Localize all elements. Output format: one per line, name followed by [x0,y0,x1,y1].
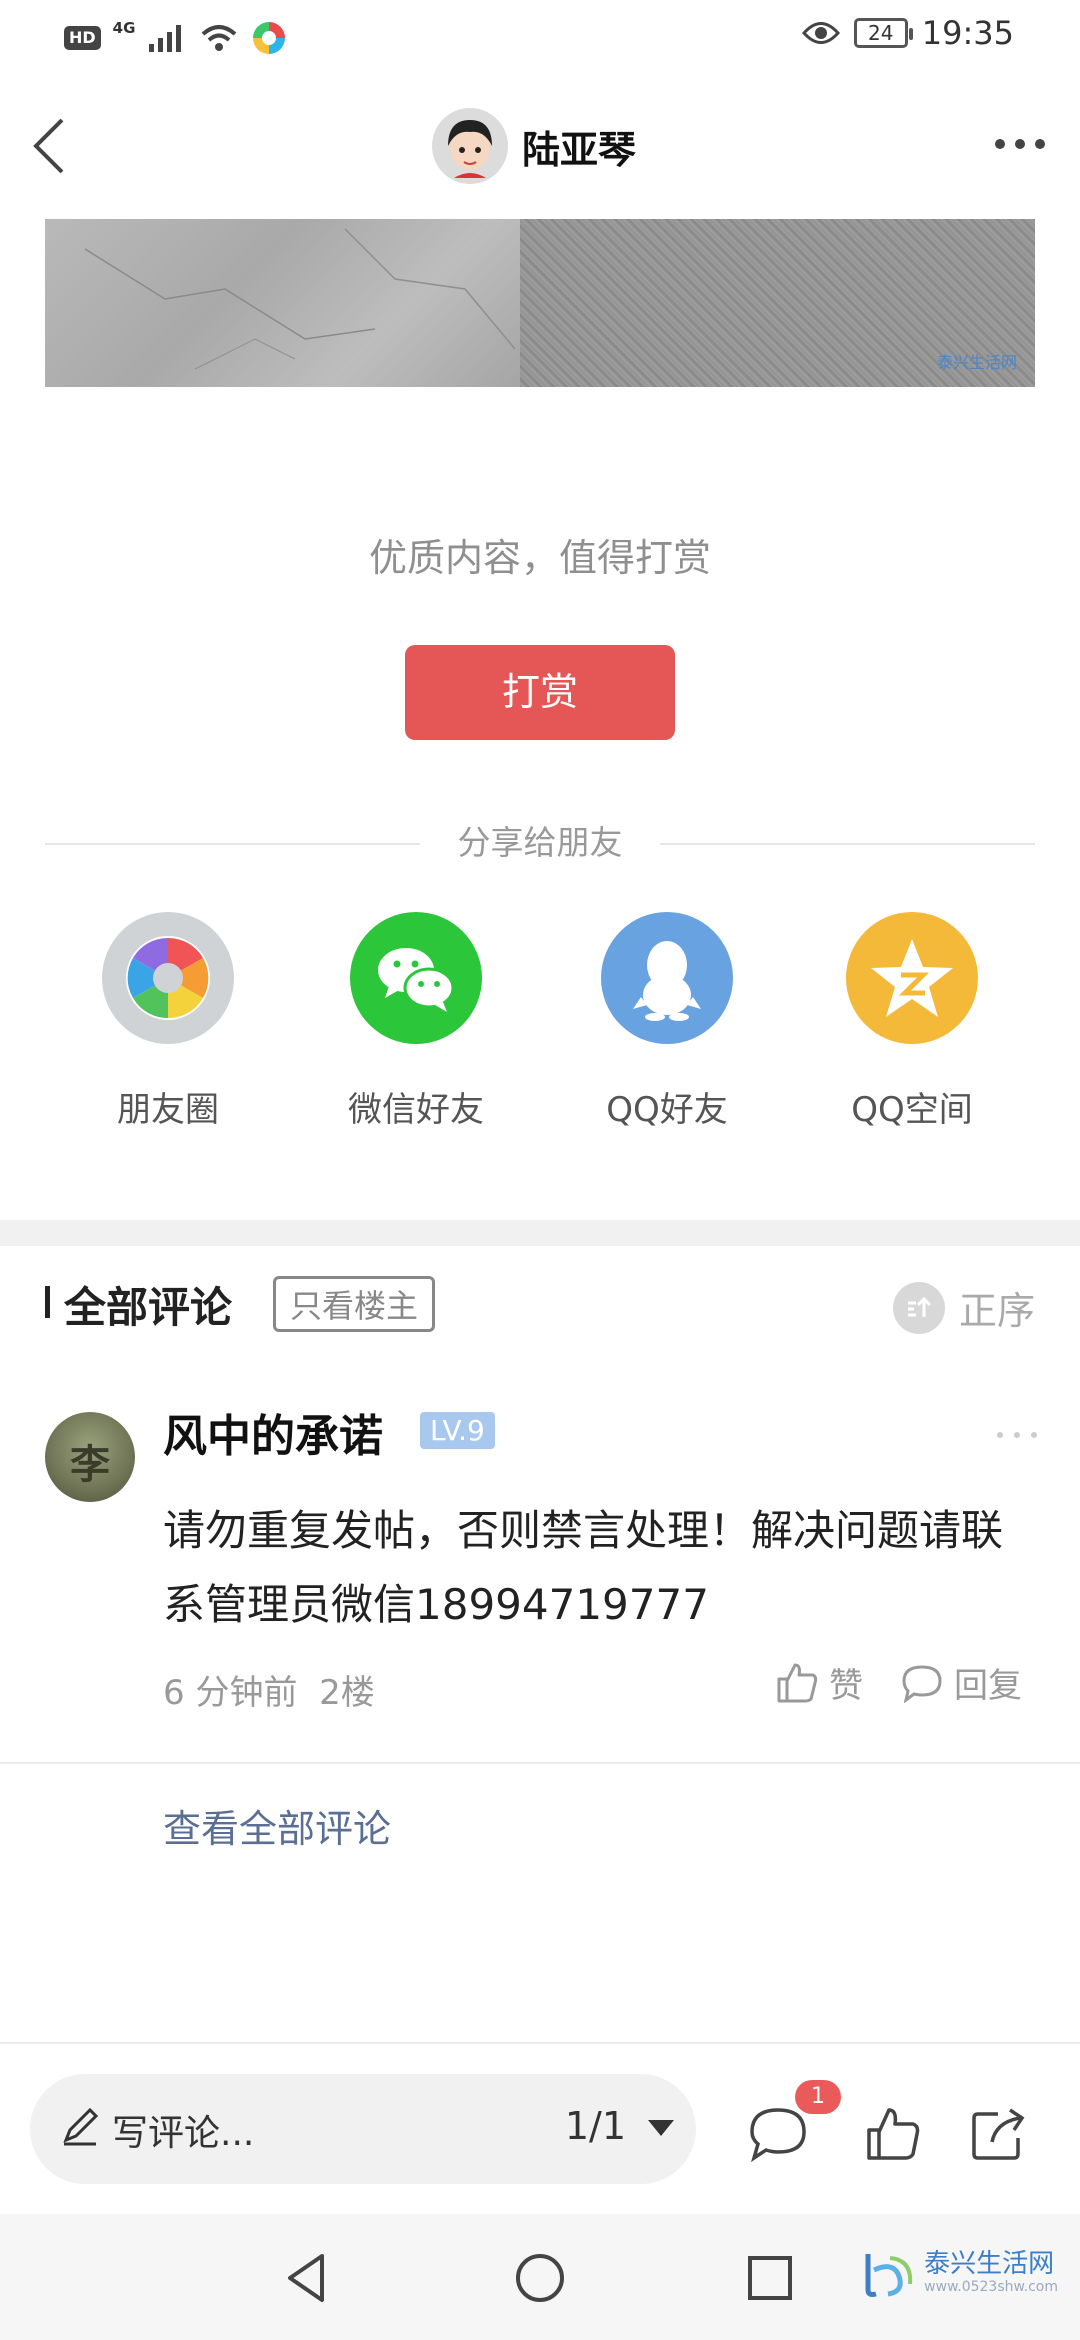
hd-badge: HD [64,26,101,50]
more-dots-icon [997,1432,1037,1438]
comments-header: 全部评论 只看楼主 正序 [0,1268,1080,1338]
share-options: 朋友圈 微信好友 QQ好友 QQ空间 [0,912,1080,1132]
comment-separator [0,1762,1080,1764]
wifi-icon [202,25,237,51]
thumbs-up-icon[interactable] [863,2104,923,2164]
comment-meta: 6 分钟前 2楼 [163,1665,375,1714]
watermark-logo-icon [865,2254,913,2297]
section-divider [0,1220,1080,1246]
comment-input[interactable]: 写评论... 1/1 [30,2074,696,2184]
back-arrow-icon [33,118,64,174]
signal-icon [149,25,182,52]
article-image[interactable]: 泰兴生活网 [45,219,1035,387]
reply-label: 回复 [954,1666,1022,1706]
comment-count-badge: 1 [795,2080,841,2114]
only-host-button[interactable]: 只看楼主 [273,1276,436,1332]
watermark-text: 泰兴生活网 [924,2249,1055,2279]
share-icon[interactable] [968,2104,1028,2164]
caret-down-icon[interactable] [646,2118,676,2138]
nav-home-icon[interactable] [512,2250,568,2306]
back-button[interactable] [26,116,76,176]
status-right: 24 19:35 [801,14,1014,52]
comments-title: 全部评论 [64,1283,233,1332]
moments-icon [102,912,234,1044]
system-nav-bar: 泰兴生活网 www.0523shw.com [0,2214,1080,2340]
commenter-name[interactable]: 风中的承诺 [163,1400,383,1464]
status-bar: HD 4G 24 19:35 [0,0,1080,72]
watermark-text-group: 泰兴生活网 www.0523shw.com [924,2249,1058,2295]
status-left: HD 4G [64,19,287,56]
comment-item: 李 风中的承诺 LV.9 请勿重复发帖，否则禁言处理！解决问题请联系管理员微信1… [0,1400,1080,1760]
title-bar: 陆亚琴 [0,96,1080,196]
nav-recents-icon[interactable] [742,2250,798,2306]
share-qzone[interactable]: QQ空间 [787,912,1037,1131]
wechat-icon [350,912,482,1044]
nav-back-icon[interactable] [280,2250,336,2306]
author-avatar[interactable] [432,108,508,184]
share-title: 分享给朋友 [457,823,623,862]
comment-input-placeholder: 写评论... [112,2113,255,2154]
crack-lines [84,228,516,370]
network-type: 4G [112,19,136,37]
clock: 19:35 [921,14,1014,52]
comment-time: 6 分钟前 [163,1673,298,1713]
reward-button[interactable]: 打赏 [405,645,675,740]
sort-order-button[interactable]: 正序 [892,1280,1035,1335]
qzone-icon [846,912,978,1044]
share-moments-label: 朋友圈 [117,1090,219,1130]
sort-icon [892,1281,945,1334]
reply-bubble-icon [902,1664,942,1703]
like-button[interactable]: 赞 [775,1658,863,1707]
commenter-avatar[interactable]: 李 [45,1412,135,1502]
share-wechat-friend[interactable]: 微信好友 [291,912,541,1131]
cartoon-avatar-icon [432,108,508,184]
level-badge: LV.9 [420,1412,495,1449]
reward-prompt: 优质内容，值得打赏 [368,536,711,580]
watermark-url: www.0523shw.com [924,2279,1058,2295]
pencil-icon [63,2107,99,2146]
view-all-comments-link[interactable]: 查看全部评论 [163,1798,391,1853]
article-image-left-panel [45,219,520,387]
comments-bubble-icon[interactable] [748,2104,808,2164]
share-qzone-label: QQ空间 [851,1090,973,1130]
bottom-action-bar: 写评论... 1/1 1 [0,2044,1080,2214]
sort-order-label: 正序 [958,1289,1035,1333]
like-label: 赞 [829,1666,863,1706]
comment-floor: 2楼 [319,1673,375,1713]
share-header: 分享给朋友 [45,815,1035,871]
section-marker [45,1286,50,1318]
title-group[interactable]: 陆亚琴 [432,108,636,184]
qq-icon [601,912,733,1044]
share-wechat-label: 微信好友 [348,1090,484,1130]
page-indicator[interactable]: 1/1 [565,2104,626,2148]
eye-icon [801,22,840,44]
share-qq-label: QQ好友 [606,1090,728,1130]
thumbs-up-icon [777,1663,818,1702]
app-notification-icon [253,22,286,54]
comment-text: 请勿重复发帖，否则禁言处理！解决问题请联系管理员微信18994719777 [163,1506,1004,1629]
share-moments[interactable]: 朋友圈 [43,912,293,1131]
page-title: 陆亚琴 [522,127,637,172]
battery-indicator: 24 [853,18,913,48]
reply-button[interactable]: 回复 [900,1658,1022,1707]
commenter-avatar-text: 李 [70,1441,110,1488]
share-qq-friend[interactable]: QQ好友 [542,912,792,1131]
more-options-button[interactable] [990,124,1050,164]
image-watermark: 泰兴生活网 [936,353,1017,372]
site-watermark: 泰兴生活网 www.0523shw.com [860,2244,1058,2300]
comment-more-button[interactable] [992,1420,1042,1450]
more-dots-icon [995,139,1045,149]
